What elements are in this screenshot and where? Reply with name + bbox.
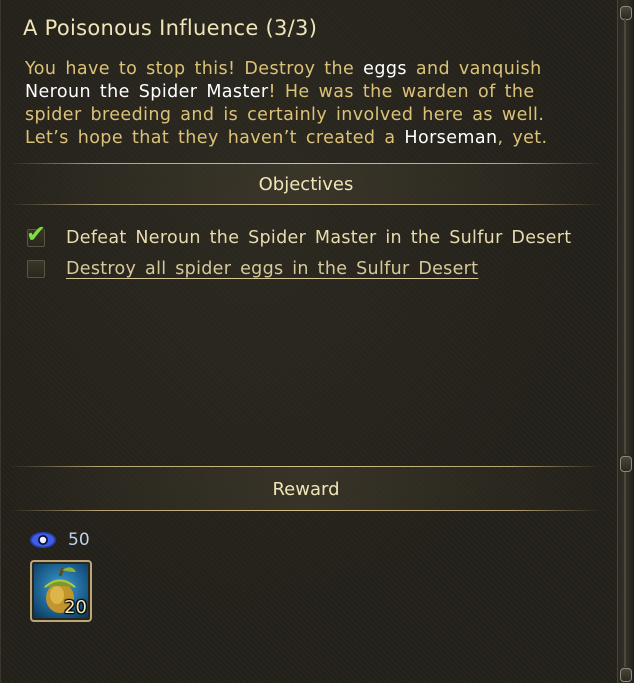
objectives-heading: Objectives <box>258 174 354 195</box>
desc-text-1: You have to stop this! Destroy the <box>25 59 364 79</box>
divider <box>9 163 601 164</box>
scroll-rail <box>624 18 626 454</box>
desc-text-4: , yet. <box>497 128 548 148</box>
objective-item[interactable]: Destroy all spider eggs in the Sulfur De… <box>27 257 478 281</box>
objective-checkbox <box>27 260 45 278</box>
scrollbar[interactable] <box>617 0 634 683</box>
item-count: 20 <box>64 597 87 618</box>
experience-value: 50 <box>68 530 90 550</box>
checkmark-icon: ✔ <box>26 220 47 248</box>
objective-checkbox-completed: ✔ <box>26 222 46 247</box>
quest-panel: A Poisonous Influence (3/3) You have to … <box>0 0 634 683</box>
scroll-top-knob[interactable] <box>620 6 632 20</box>
divider <box>9 466 601 467</box>
scroll-rail <box>624 472 626 667</box>
reward-item-slot[interactable]: 20 <box>30 560 92 622</box>
objective-label: Defeat Neroun the Spider Master in the S… <box>66 228 572 248</box>
scroll-bottom-knob[interactable] <box>620 668 632 682</box>
quest-description: You have to stop this! Destroy the eggs … <box>25 58 585 150</box>
objective-item: ✔ Defeat Neroun the Spider Master in the… <box>26 222 572 250</box>
quest-title: A Poisonous Influence (3/3) <box>23 16 318 40</box>
highlight-horseman: Horseman <box>404 128 498 148</box>
highlight-eggs: eggs <box>363 59 407 79</box>
desc-text-2: and vanquish <box>406 59 542 79</box>
divider <box>9 510 601 511</box>
highlight-neroun: Neroun the Spider Master <box>25 82 269 102</box>
reward-heading: Reward <box>272 479 340 500</box>
experience-eye-icon <box>30 532 56 548</box>
objective-label-link[interactable]: Destroy all spider eggs in the Sulfur De… <box>66 259 478 279</box>
divider <box>9 204 601 205</box>
scroll-thumb[interactable] <box>620 456 632 472</box>
